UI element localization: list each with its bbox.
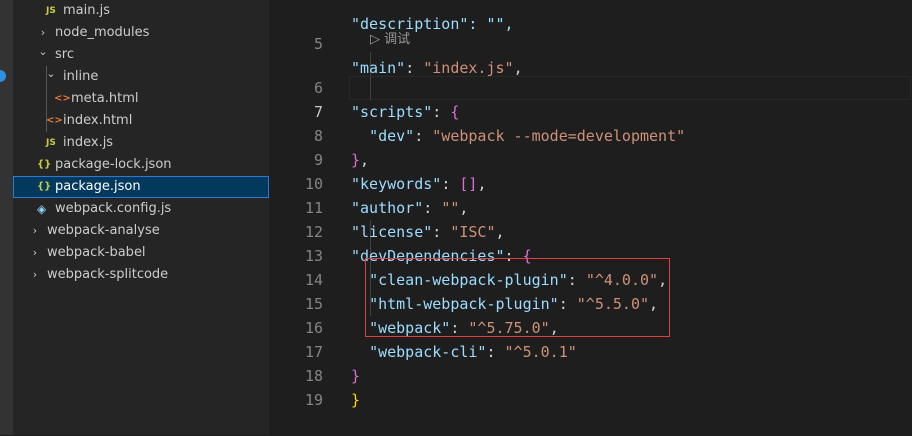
code-line-9: 9 "keywords": [], — [269, 124, 912, 193]
folder-label: node_modules — [55, 25, 150, 40]
file-label: package.json — [55, 179, 141, 194]
file-label: meta.html — [71, 91, 139, 106]
js-file-icon: JS — [46, 6, 56, 16]
chevron-down-icon: ⌄ — [46, 67, 56, 80]
folder-label: webpack-analyse — [47, 223, 160, 238]
file-label: main.js — [63, 3, 110, 18]
line-number: 19 — [304, 391, 323, 409]
file-label: index.html — [63, 113, 133, 128]
json-file-icon: {} — [37, 181, 52, 192]
notification-dot — [0, 70, 6, 82]
code-editor[interactable]: "description": "", 5 "main": "index.js",… — [269, 0, 912, 435]
code-line-6: 6 "scripts": { — [269, 52, 912, 121]
json-file-icon: {} — [37, 159, 52, 170]
explorer-sidebar: JS main.js › node_modules ⌄ src ⌄ inline… — [13, 0, 269, 435]
chevron-right-icon: › — [32, 268, 38, 281]
explorer-item-package-json[interactable]: {} package.json — [13, 176, 269, 198]
code-line-11: 11 "license": "ISC", — [269, 172, 912, 241]
explorer-item-index-html[interactable]: <> index.html — [13, 110, 269, 132]
file-label: index.js — [63, 135, 114, 150]
webpack-file-icon: ◈ — [37, 202, 47, 216]
annotation-highlight-box — [365, 258, 670, 337]
chevron-right-icon: › — [32, 224, 38, 237]
explorer-item-webpack-splitcode[interactable]: › webpack-splitcode — [13, 264, 269, 286]
file-label: package-lock.json — [55, 157, 172, 172]
folder-label: webpack-splitcode — [47, 267, 169, 282]
folder-label: webpack-babel — [47, 245, 146, 260]
activity-bar — [0, 0, 13, 435]
explorer-item-index-js[interactable]: JS index.js — [13, 132, 269, 154]
chevron-right-icon: › — [32, 246, 38, 259]
bracket: } — [351, 391, 361, 409]
code-line-13: 13 "clean-webpack-plugin": "^4.0.0", — [269, 220, 912, 289]
code-line-12: 12 "devDependencies": { — [269, 196, 912, 265]
code-line-8: 8 }, — [269, 100, 912, 169]
debug-codelens[interactable]: ▷ 调试 — [370, 30, 410, 50]
js-file-icon: JS — [46, 138, 56, 148]
code-line-18: 18 } — [269, 340, 912, 409]
explorer-item-webpack-config-js[interactable]: ◈ webpack.config.js — [13, 198, 269, 220]
code-line-7: 7 "dev": "webpack --mode=development" — [269, 76, 912, 145]
file-label: webpack.config.js — [55, 201, 172, 216]
explorer-item-webpack-analyse[interactable]: › webpack-analyse — [13, 220, 269, 242]
explorer-item-node-modules[interactable]: › node_modules — [13, 22, 269, 44]
chevron-down-icon: ⌄ — [38, 45, 48, 58]
explorer-item-inline[interactable]: ⌄ inline — [13, 66, 269, 88]
code-line-5: 5 "main": "index.js", — [269, 8, 912, 77]
folder-label: inline — [63, 69, 99, 84]
folder-label: src — [55, 47, 74, 62]
explorer-item-webpack-babel[interactable]: › webpack-babel — [13, 242, 269, 264]
code-line-10: 10 "author": "", — [269, 148, 912, 217]
explorer-item-package-lock-json[interactable]: {} package-lock.json — [13, 154, 269, 176]
explorer-item-main-js[interactable]: JS main.js — [13, 0, 269, 22]
explorer-item-meta-html[interactable]: <> meta.html — [13, 88, 269, 110]
code-line-19: 19 — [269, 364, 912, 409]
html-file-icon: <> — [54, 93, 71, 104]
html-file-icon: <> — [46, 115, 63, 126]
